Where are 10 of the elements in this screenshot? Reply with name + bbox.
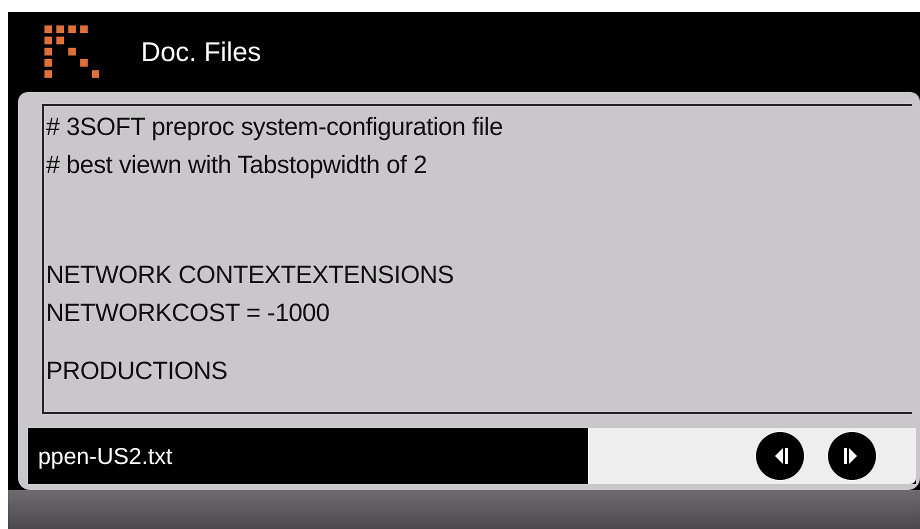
text-line: # best viewn with Tabstopwidth of 2 [46, 150, 427, 181]
logo-icon [43, 24, 99, 80]
text-line: PRODUCTIONS [46, 356, 228, 387]
screen-title: Doc. Files [141, 36, 262, 69]
text-line: NETWORKCOST = -1000 [46, 298, 330, 329]
next-button[interactable] [828, 432, 876, 480]
text-line: # 3SOFT preproc system-configuration file [46, 112, 503, 143]
text-line: NETWORK CONTEXTEXTENSIONS [46, 260, 454, 291]
file-name: ppen-US2.txt [37, 442, 174, 471]
previous-button[interactable] [756, 432, 804, 480]
